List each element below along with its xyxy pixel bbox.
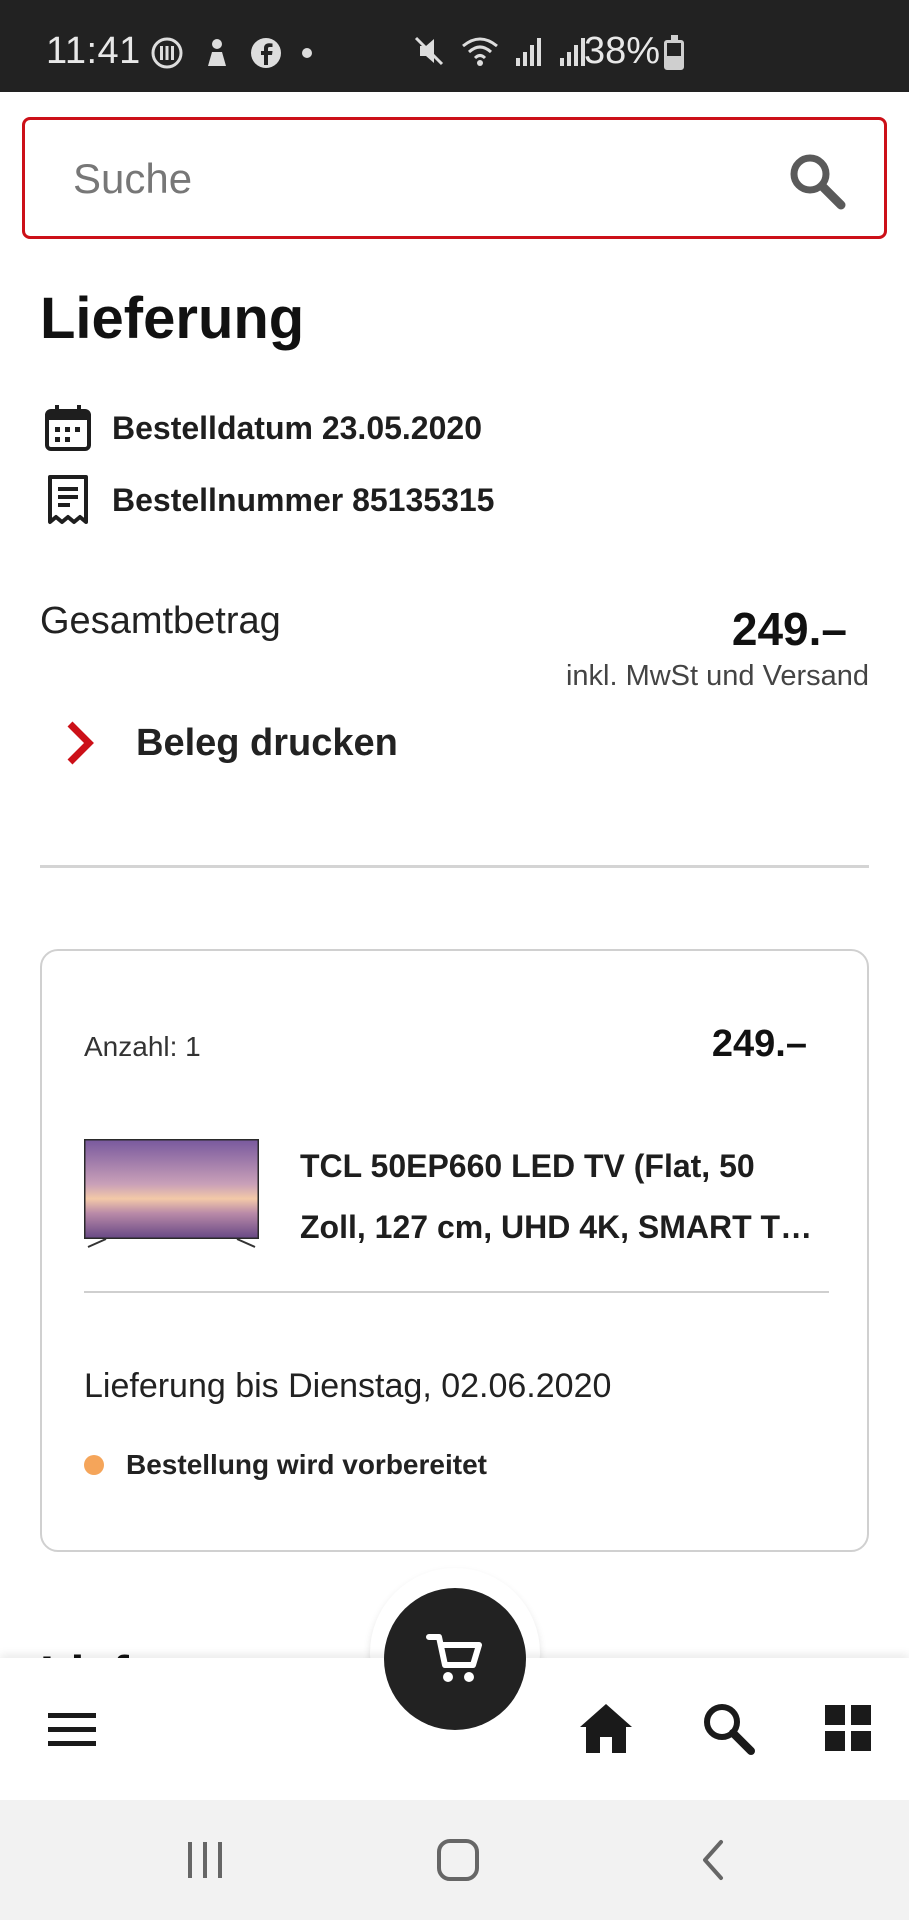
app-notification-icon bbox=[151, 37, 183, 69]
order-item-card[interactable]: Anzahl: 1 249.– TCL 50EP660 LED TV (Flat… bbox=[40, 949, 869, 1552]
person-notification-icon bbox=[208, 39, 226, 66]
mute-icon bbox=[414, 36, 444, 66]
receipt-icon bbox=[48, 475, 88, 524]
order-date-row: Bestelldatum 23.05.2020 bbox=[44, 403, 482, 453]
notification-icons bbox=[150, 36, 314, 70]
calendar-icon bbox=[45, 405, 91, 451]
status-bar: 11:41 38% bbox=[0, 0, 909, 92]
home-button-icon[interactable] bbox=[428, 1832, 488, 1888]
total-label: Gesamtbetrag bbox=[40, 600, 281, 642]
menu-icon[interactable] bbox=[42, 1700, 102, 1760]
search-icon[interactable] bbox=[698, 1698, 758, 1758]
total-value: 249.– bbox=[731, 603, 847, 655]
item-quantity: Anzahl: 1 bbox=[84, 1031, 201, 1062]
product-name[interactable]: TCL 50EP660 LED TV (Flat, 50 Zoll, 127 c… bbox=[300, 1136, 820, 1258]
order-status: Bestellung wird vorbereitet bbox=[84, 1449, 487, 1481]
print-receipt-label: Beleg drucken bbox=[136, 721, 398, 764]
product-image[interactable] bbox=[84, 1139, 259, 1249]
total-note: inkl. MwSt und Versand bbox=[565, 660, 869, 692]
order-number: Bestellnummer 85135315 bbox=[112, 481, 495, 518]
search-input[interactable] bbox=[73, 148, 753, 210]
system-status-icons bbox=[412, 34, 588, 68]
grid-icon[interactable] bbox=[818, 1698, 878, 1758]
status-dot bbox=[84, 1455, 104, 1475]
item-price: 249.– bbox=[711, 1023, 807, 1065]
signal-icon-1 bbox=[516, 38, 541, 66]
order-number-row: Bestellnummer 85135315 bbox=[44, 474, 494, 526]
chevron-right-icon bbox=[67, 721, 94, 765]
search-bar[interactable] bbox=[22, 117, 887, 239]
status-time: 11:41 bbox=[46, 30, 141, 72]
cart-button[interactable] bbox=[384, 1588, 526, 1730]
battery-percentage: 38% bbox=[584, 30, 661, 72]
back-icon[interactable] bbox=[682, 1832, 742, 1888]
print-receipt-link[interactable]: Beleg drucken bbox=[64, 720, 398, 766]
page-title: Lieferung bbox=[40, 286, 305, 351]
battery-icon bbox=[664, 35, 684, 70]
card-divider bbox=[84, 1291, 829, 1293]
search-icon[interactable] bbox=[786, 150, 848, 212]
delivery-date: Lieferung bis Dienstag, 02.06.2020 bbox=[84, 1367, 612, 1405]
more-notifications-icon bbox=[302, 48, 312, 58]
recent-apps-icon[interactable] bbox=[175, 1832, 235, 1888]
facebook-icon bbox=[251, 38, 281, 68]
system-navigation-bar bbox=[0, 1800, 909, 1920]
cart-icon bbox=[426, 1634, 482, 1682]
order-date: Bestelldatum 23.05.2020 bbox=[112, 409, 482, 446]
wifi-icon bbox=[462, 37, 498, 66]
order-status-label: Bestellung wird vorbereitet bbox=[126, 1449, 487, 1480]
section-divider bbox=[40, 865, 869, 868]
home-icon[interactable] bbox=[576, 1698, 636, 1758]
